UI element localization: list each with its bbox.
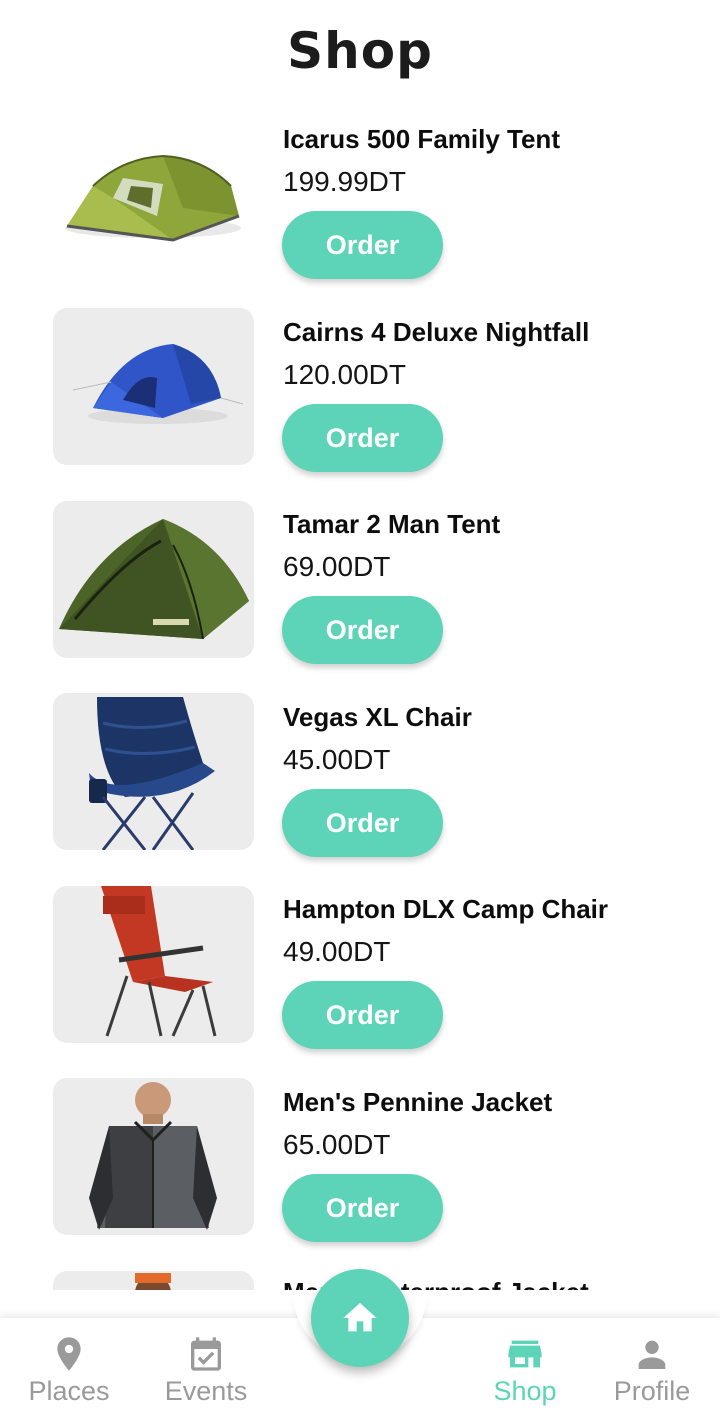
home-icon xyxy=(343,1303,377,1332)
product-price: 49.00DT xyxy=(283,936,391,967)
order-button[interactable]: Order xyxy=(282,404,443,472)
product-name: Cairns 4 Deluxe Nightfall xyxy=(283,317,590,347)
jacket-partial-image xyxy=(135,1273,171,1290)
page-title: Shop xyxy=(287,22,433,80)
home-fab-button[interactable] xyxy=(311,1269,409,1367)
product-card: Hampton DLX Camp Chair 49.00DT Order xyxy=(0,880,720,1050)
product-price: 45.00DT xyxy=(283,744,391,775)
product-card: Icarus 500 Family Tent 199.99DT Order xyxy=(0,110,720,285)
product-name: Vegas XL Chair xyxy=(283,702,472,732)
product-image[interactable] xyxy=(53,693,254,850)
product-list[interactable]: Icarus 500 Family Tent 199.99DT Order Ca… xyxy=(0,110,720,1290)
product-price: 65.00DT xyxy=(283,1129,391,1160)
product-card: Cairns 4 Deluxe Nightfall 120.00DT Order xyxy=(0,303,720,473)
nav-item-events[interactable]: Events xyxy=(141,1334,271,1414)
person-icon xyxy=(638,1340,666,1369)
nav-label: Events xyxy=(164,1376,248,1406)
blue-dome-tent-image xyxy=(72,344,244,424)
product-image[interactable] xyxy=(53,1271,254,1290)
product-image[interactable] xyxy=(53,1078,254,1235)
nav-item-profile[interactable]: Profile xyxy=(587,1334,717,1414)
green-tunnel-tent-image xyxy=(65,154,241,242)
product-name: Hampton DLX Camp Chair xyxy=(283,894,609,924)
product-card: Vegas XL Chair 45.00DT Order xyxy=(0,688,720,858)
product-image[interactable] xyxy=(53,308,254,465)
nav-item-shop[interactable]: Shop xyxy=(460,1334,590,1414)
order-button[interactable]: Order xyxy=(282,789,443,857)
navy-camp-chair-image xyxy=(89,697,215,850)
calendar-check-icon xyxy=(191,1337,221,1371)
location-pin-icon xyxy=(57,1337,81,1371)
order-button[interactable]: Order xyxy=(282,211,443,279)
store-icon xyxy=(508,1340,542,1368)
order-button[interactable]: Order xyxy=(282,596,443,664)
nav-label: Places xyxy=(28,1376,110,1406)
green-dome-tent-image xyxy=(59,519,249,640)
product-price: 69.00DT xyxy=(283,551,391,582)
product-name: Icarus 500 Family Tent xyxy=(283,124,560,154)
grey-jacket-image xyxy=(89,1082,217,1230)
nav-label: Shop xyxy=(493,1376,557,1406)
red-camp-chair-image xyxy=(101,886,217,1037)
product-price: 120.00DT xyxy=(283,359,406,390)
nav-label: Profile xyxy=(613,1376,691,1406)
product-image[interactable] xyxy=(53,886,254,1043)
order-button[interactable]: Order xyxy=(282,981,443,1049)
product-price: 199.99DT xyxy=(283,166,406,197)
product-card: Tamar 2 Man Tent 69.00DT Order xyxy=(0,495,720,665)
product-image[interactable] xyxy=(53,501,254,658)
order-button[interactable]: Order xyxy=(282,1174,443,1242)
product-image[interactable] xyxy=(53,128,254,285)
nav-item-places[interactable]: Places xyxy=(4,1334,134,1414)
product-name: Men's Pennine Jacket xyxy=(283,1087,553,1117)
product-name: Tamar 2 Man Tent xyxy=(283,509,501,539)
product-card: Men's Pennine Jacket 65.00DT Order xyxy=(0,1073,720,1243)
